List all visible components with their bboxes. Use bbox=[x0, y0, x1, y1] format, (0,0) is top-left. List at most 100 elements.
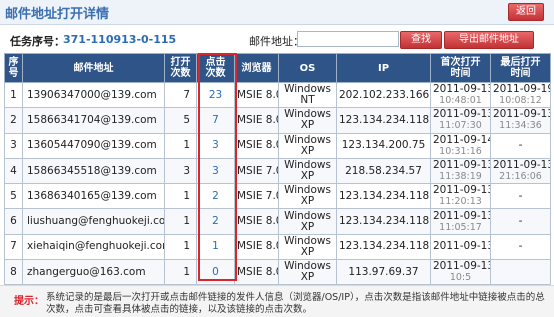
row-ip: 123.134.234.118 bbox=[336, 233, 431, 261]
row-first-open: 2011-09-13 10:5 bbox=[430, 259, 491, 286]
row-index: 1 bbox=[4, 81, 23, 109]
row-first-open: 2011-09-13 11:20:13 bbox=[430, 183, 491, 210]
row-email: 15866341704@139.com bbox=[22, 107, 165, 134]
row-last-open: - bbox=[490, 183, 551, 210]
row-open-count: 1 bbox=[164, 132, 197, 159]
row-click-count-link[interactable]: 3 bbox=[196, 157, 235, 185]
row-email: 15866345518@139.com bbox=[22, 157, 165, 185]
row-first-open: 2011-09-13 11:38:19 bbox=[430, 157, 491, 185]
search-button[interactable]: 查找 bbox=[400, 31, 442, 49]
row-index: 5 bbox=[4, 183, 23, 210]
table-row: 5 13686340165@139.com 1 2 MSIE 7.0 Windows XP 1… bbox=[4, 183, 551, 210]
row-last-open: 2011-09-19 10:08:12 bbox=[490, 81, 551, 109]
row-last-open: - bbox=[490, 132, 551, 159]
row-last-open: 2011-09-13 21:16:06 bbox=[490, 157, 551, 185]
open-details-table: 序号 邮件地址 打开 次数 点击 次数 浏览器 OS IP 首次打开 时间 最后打开时… bbox=[4, 53, 551, 286]
tip-label: 提示： bbox=[14, 296, 44, 307]
row-ip: 123.134.234.118 bbox=[336, 208, 431, 235]
row-browser: MSIE 8.0 bbox=[234, 259, 279, 286]
task-id-value: 371-110913-0-115 bbox=[63, 33, 177, 46]
row-browser: MSIE 8.0 bbox=[234, 208, 279, 235]
row-browser: MSIE 8.0 bbox=[234, 107, 279, 134]
row-browser: MSIE 7.0 bbox=[234, 157, 279, 185]
row-browser: MSIE 8.0 bbox=[234, 233, 279, 261]
row-ip: 113.97.69.37 bbox=[336, 259, 431, 286]
row-open-count: 7 bbox=[164, 81, 197, 109]
row-email: 13906347000@139.com bbox=[22, 81, 165, 109]
row-index: 6 bbox=[4, 208, 23, 235]
tip-text: 系统记录的是最后一次打开或点击邮件链接的发件人信息（浏览器/OS/IP），点击次… bbox=[46, 292, 545, 315]
row-ip: 123.134.200.75 bbox=[336, 132, 431, 159]
row-last-open: - bbox=[490, 208, 551, 235]
col-clicks-header: 点击 次数 bbox=[196, 53, 235, 83]
filter-bar: 任务序号： 371-110913-0-115 邮件地址： 查找 导出邮件地址 bbox=[0, 30, 554, 50]
col-opens-header: 打开 次数 bbox=[164, 53, 197, 83]
row-ip: 123.134.234.118 bbox=[336, 107, 431, 134]
page-header: 邮件地址打开详情 返回 bbox=[0, 0, 554, 25]
table-row: 2 15866341704@139.com 5 7 MSIE 8.0 Windows XP 1… bbox=[4, 107, 551, 134]
email-search-input[interactable] bbox=[297, 31, 399, 47]
row-first-open: 2011-09-14 10:31:16 bbox=[430, 132, 491, 159]
table-row: 6 liushuang@fenghuokeji.com 1 2 MSIE 8.0 Wind… bbox=[4, 208, 551, 235]
row-email: zhangerguo@163.com bbox=[22, 259, 165, 286]
row-email: liushuang@fenghuokeji.com bbox=[22, 208, 165, 235]
row-os: Windows XP bbox=[278, 183, 337, 210]
row-click-count-link[interactable]: 1 bbox=[196, 233, 235, 261]
row-email: 13686340165@139.com bbox=[22, 183, 165, 210]
task-id-label: 任务序号： bbox=[10, 35, 65, 48]
row-click-count-link[interactable]: 7 bbox=[196, 107, 235, 134]
row-open-count: 1 bbox=[164, 233, 197, 261]
row-os: Windows XP bbox=[278, 208, 337, 235]
col-first-open-header: 首次打开 时间 bbox=[430, 53, 491, 83]
page-title: 邮件地址打开详情 bbox=[5, 7, 110, 22]
col-os-header: OS bbox=[278, 53, 337, 83]
row-os: Windows XP bbox=[278, 233, 337, 261]
row-ip: 123.134.234.118 bbox=[336, 183, 431, 210]
row-last-open: 2011-09-13 11:34:36 bbox=[490, 107, 551, 134]
table-row: 4 15866345518@139.com 3 3 MSIE 7.0 Windows XP 2… bbox=[4, 157, 551, 185]
row-open-count: 1 bbox=[164, 183, 197, 210]
table-header-row: 序号 邮件地址 打开 次数 点击 次数 浏览器 OS IP 首次打开 时间 最后打开时… bbox=[4, 53, 551, 83]
row-first-open: 2011-09-13 11:05:17 bbox=[430, 208, 491, 235]
row-email: 13605447090@139.com bbox=[22, 132, 165, 159]
row-index: 4 bbox=[4, 157, 23, 185]
row-index: 7 bbox=[4, 233, 23, 261]
col-last-open-header: 最后打开 时间 bbox=[490, 53, 551, 83]
row-browser: MSIE 7.0 bbox=[234, 183, 279, 210]
table-row: 8 zhangerguo@163.com 1 0 MSIE 8.0 Windows XP 11… bbox=[4, 259, 551, 286]
row-open-count: 3 bbox=[164, 157, 197, 185]
table-row: 7 xiehaiqin@fenghuokeji.com 1 1 MSIE 8.0 Wind… bbox=[4, 233, 551, 261]
row-open-count: 1 bbox=[164, 208, 197, 235]
row-email: xiehaiqin@fenghuokeji.com bbox=[22, 233, 165, 261]
col-email-header: 邮件地址 bbox=[22, 53, 165, 83]
row-os: Windows XP bbox=[278, 157, 337, 185]
row-click-count-link[interactable]: 2 bbox=[196, 208, 235, 235]
row-index: 3 bbox=[4, 132, 23, 159]
row-ip: 202.102.233.166 bbox=[336, 81, 431, 109]
row-first-open: 2011-09-13 bbox=[430, 233, 491, 261]
row-click-count-link[interactable]: 23 bbox=[196, 81, 235, 109]
row-browser: MSIE 8.0 bbox=[234, 81, 279, 109]
row-last-open bbox=[490, 259, 551, 286]
row-open-count: 1 bbox=[164, 259, 197, 286]
row-last-open: - bbox=[490, 233, 551, 261]
row-os: Windows NT bbox=[278, 81, 337, 109]
row-click-count-link[interactable]: 2 bbox=[196, 183, 235, 210]
back-button[interactable]: 返回 bbox=[508, 3, 544, 21]
row-open-count: 5 bbox=[164, 107, 197, 134]
row-index: 2 bbox=[4, 107, 23, 134]
row-index: 8 bbox=[4, 259, 23, 286]
row-os: Windows XP bbox=[278, 107, 337, 134]
export-emails-button[interactable]: 导出邮件地址 bbox=[444, 31, 534, 49]
row-click-count-link[interactable]: 0 bbox=[196, 259, 235, 286]
col-ip-header: IP bbox=[336, 53, 431, 83]
email-search-label: 邮件地址： bbox=[249, 35, 304, 48]
table-row: 3 13605447090@139.com 1 3 MSIE 8.0 Windows XP 1… bbox=[4, 132, 551, 159]
row-first-open: 2011-09-13 11:07:30 bbox=[430, 107, 491, 134]
row-os: Windows XP bbox=[278, 132, 337, 159]
table-row: 1 13906347000@139.com 7 23 MSIE 8.0 Windows NT… bbox=[4, 81, 551, 109]
col-index-header: 序号 bbox=[4, 53, 23, 83]
row-ip: 218.58.234.57 bbox=[336, 157, 431, 185]
row-click-count-link[interactable]: 3 bbox=[196, 132, 235, 159]
col-browser-header: 浏览器 bbox=[234, 53, 279, 83]
